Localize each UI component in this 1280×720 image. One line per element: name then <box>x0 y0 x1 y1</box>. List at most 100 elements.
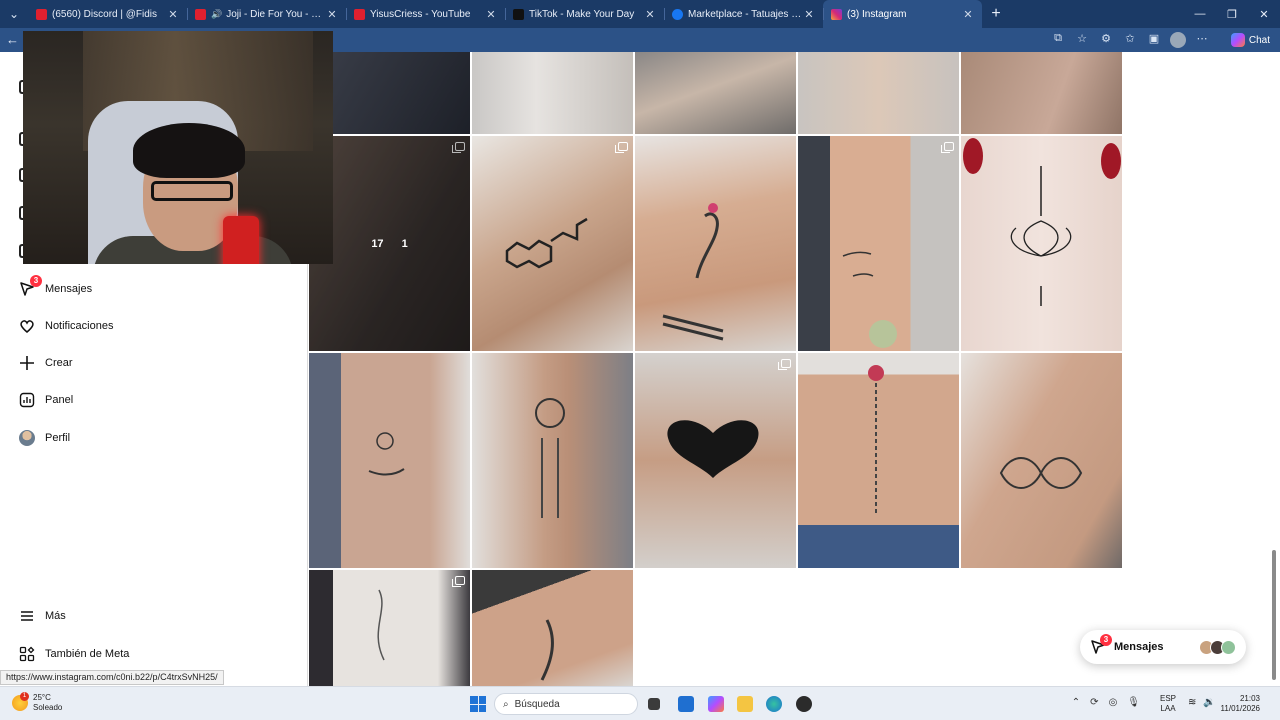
post-thumbnail[interactable] <box>798 353 959 568</box>
post-thumbnail[interactable] <box>309 570 470 686</box>
sidebar-item-label: Panel <box>45 394 74 406</box>
tab-title: YisusCriess - YouTube <box>370 8 471 20</box>
post-thumbnail[interactable] <box>472 136 633 351</box>
taskbar-search-box[interactable]: ⌕ Búsqueda <box>494 693 638 715</box>
scrollbar-thumb[interactable] <box>1272 550 1276 680</box>
file-explorer-icon[interactable] <box>737 696 753 712</box>
sidebar-item-perfil[interactable]: Perfil <box>18 426 70 450</box>
sidebar-item-tambien-de-meta[interactable]: También de Meta <box>18 642 129 666</box>
profile-avatar[interactable] <box>1170 32 1186 48</box>
favorite-star-icon[interactable]: ☆ <box>1074 32 1090 48</box>
open-in-app-icon[interactable]: ⧉ <box>1050 32 1066 48</box>
post-thumbnail[interactable] <box>961 52 1122 134</box>
more-options-icon[interactable]: ⋯ <box>1194 32 1210 48</box>
speaker-icon[interactable]: 🔊 <box>211 9 222 20</box>
copilot-icon <box>1230 33 1245 47</box>
restore-icon[interactable]: ❐ <box>1216 0 1248 28</box>
post-thumbnail[interactable] <box>472 570 633 686</box>
weather-description: Soleado <box>33 703 63 712</box>
tab-instagram[interactable]: (3) Instagram ✕ <box>823 0 982 28</box>
post-hover-overlay: 17 1 <box>309 136 470 351</box>
task-view-icon[interactable] <box>648 698 660 710</box>
multiple-photos-icon <box>452 576 465 587</box>
close-tab-icon[interactable]: ✕ <box>803 8 815 21</box>
sidebar-item-mensajes[interactable]: 3 Mensajes <box>18 275 93 301</box>
heart-icon <box>18 317 36 335</box>
post-thumbnail[interactable] <box>472 353 633 568</box>
chevron-up-icon[interactable]: ⌃ <box>1072 697 1080 708</box>
sun-icon: 1 <box>12 692 29 711</box>
eye-off-icon[interactable]: ◎ <box>1109 697 1118 708</box>
obs-icon[interactable] <box>796 696 812 712</box>
microphone-icon[interactable]: 🎙 <box>1127 697 1140 708</box>
close-tab-icon[interactable]: ✕ <box>644 8 656 21</box>
close-window-icon[interactable]: ✕ <box>1248 0 1280 28</box>
back-arrow-icon[interactable]: ← <box>6 32 19 47</box>
language-indicator[interactable]: ESP LAA <box>1160 694 1176 714</box>
close-tab-icon[interactable]: ✕ <box>485 8 497 21</box>
multiple-photos-icon <box>615 142 628 153</box>
edge-browser-icon[interactable] <box>766 696 782 712</box>
new-tab-icon[interactable]: + <box>982 5 1010 23</box>
post-thumbnail[interactable] <box>635 353 796 568</box>
toolbar-icons: ⧉ ☆ ⚙ ✩ ▣ ⋯ <box>1050 32 1210 48</box>
close-tab-icon[interactable]: ✕ <box>167 8 179 21</box>
page-scrollbar[interactable] <box>1272 110 1276 686</box>
sidebar-item-crear[interactable]: Crear <box>18 351 73 375</box>
avatar <box>1221 639 1236 655</box>
post-thumbnail[interactable] <box>635 52 796 134</box>
post-thumbnail[interactable] <box>798 52 959 134</box>
windows-start-icon[interactable] <box>470 696 486 712</box>
tab-actions-icon[interactable]: ⌄ <box>0 0 28 28</box>
sidebar-item-label: Más <box>45 610 66 622</box>
post-thumbnail[interactable] <box>309 52 470 134</box>
profile-avatar <box>18 429 36 447</box>
instagram-favicon-icon <box>831 8 842 20</box>
tab-youtube-yisus[interactable]: YisusCriess - YouTube ✕ <box>346 0 505 28</box>
post-thumbnail[interactable] <box>961 353 1122 568</box>
webcam-overlay <box>23 31 333 264</box>
discord-favicon-icon <box>36 8 47 20</box>
browser-tab-strip: ⌄ (6560) Discord | @Fidis ✕ 🔊 Joji - Die… <box>0 0 1280 28</box>
post-thumbnail[interactable] <box>635 136 796 351</box>
weather-badge: 1 <box>20 692 29 701</box>
copilot-icon[interactable] <box>708 696 724 712</box>
collections-icon[interactable]: ▣ <box>1146 32 1162 48</box>
post-thumbnail[interactable] <box>961 136 1122 351</box>
tab-discord[interactable]: (6560) Discord | @Fidis ✕ <box>28 0 187 28</box>
sidebar-item-label: Perfil <box>45 432 71 444</box>
youtube-favicon-icon <box>354 8 365 20</box>
close-tab-icon[interactable]: ✕ <box>326 8 338 21</box>
tab-tiktok[interactable]: TikTok - Make Your Day ✕ <box>505 0 664 28</box>
plus-icon <box>18 354 36 372</box>
favorites-icon[interactable]: ✩ <box>1122 32 1138 48</box>
tab-title: Marketplace - Tatuajes | Facebook <box>688 8 803 20</box>
extensions-icon[interactable]: ⚙ <box>1098 32 1114 48</box>
messages-floating-button[interactable]: 3 Mensajes <box>1080 630 1246 664</box>
post-thumbnail[interactable] <box>472 52 633 134</box>
taskbar-clock[interactable]: 21:03 11/01/2026 <box>1212 694 1260 714</box>
store-icon[interactable] <box>678 696 694 712</box>
messenger-icon: 3 <box>18 275 42 298</box>
system-tray: ⌃ ⟳ ◎ 🎙 <box>1072 697 1140 708</box>
copilot-chat-button[interactable]: Chat <box>1230 31 1270 49</box>
tiktok-favicon-icon <box>513 8 524 20</box>
tab-youtube-joji[interactable]: 🔊 Joji - Die For You - YouTube ✕ <box>187 0 346 28</box>
sidebar-item-label: Mensajes <box>45 283 93 295</box>
wifi-icon[interactable]: ≋ <box>1188 697 1196 708</box>
sidebar-item-notificaciones[interactable]: Notificaciones <box>18 314 113 338</box>
post-thumbnail[interactable] <box>798 136 959 351</box>
notification-badge: 3 <box>30 275 42 287</box>
sidebar-item-mas[interactable]: Más <box>18 604 66 628</box>
conversation-avatars <box>1199 639 1236 655</box>
close-tab-icon[interactable]: ✕ <box>962 8 974 21</box>
sync-icon[interactable]: ⟳ <box>1090 697 1098 708</box>
minimize-icon[interactable]: — <box>1184 0 1216 28</box>
tab-facebook-marketplace[interactable]: Marketplace - Tatuajes | Facebook ✕ <box>664 0 823 28</box>
sidebar-item-label: También de Meta <box>45 648 130 660</box>
post-thumbnail[interactable] <box>309 353 470 568</box>
sidebar-item-panel[interactable]: Panel <box>18 388 73 412</box>
post-thumbnail[interactable]: 17 1 <box>309 136 470 351</box>
weather-widget[interactable]: 1 25°C Soleado <box>12 692 63 713</box>
link-status-url: https://www.instagram.com/c0ni.b22/p/C4t… <box>0 670 224 685</box>
